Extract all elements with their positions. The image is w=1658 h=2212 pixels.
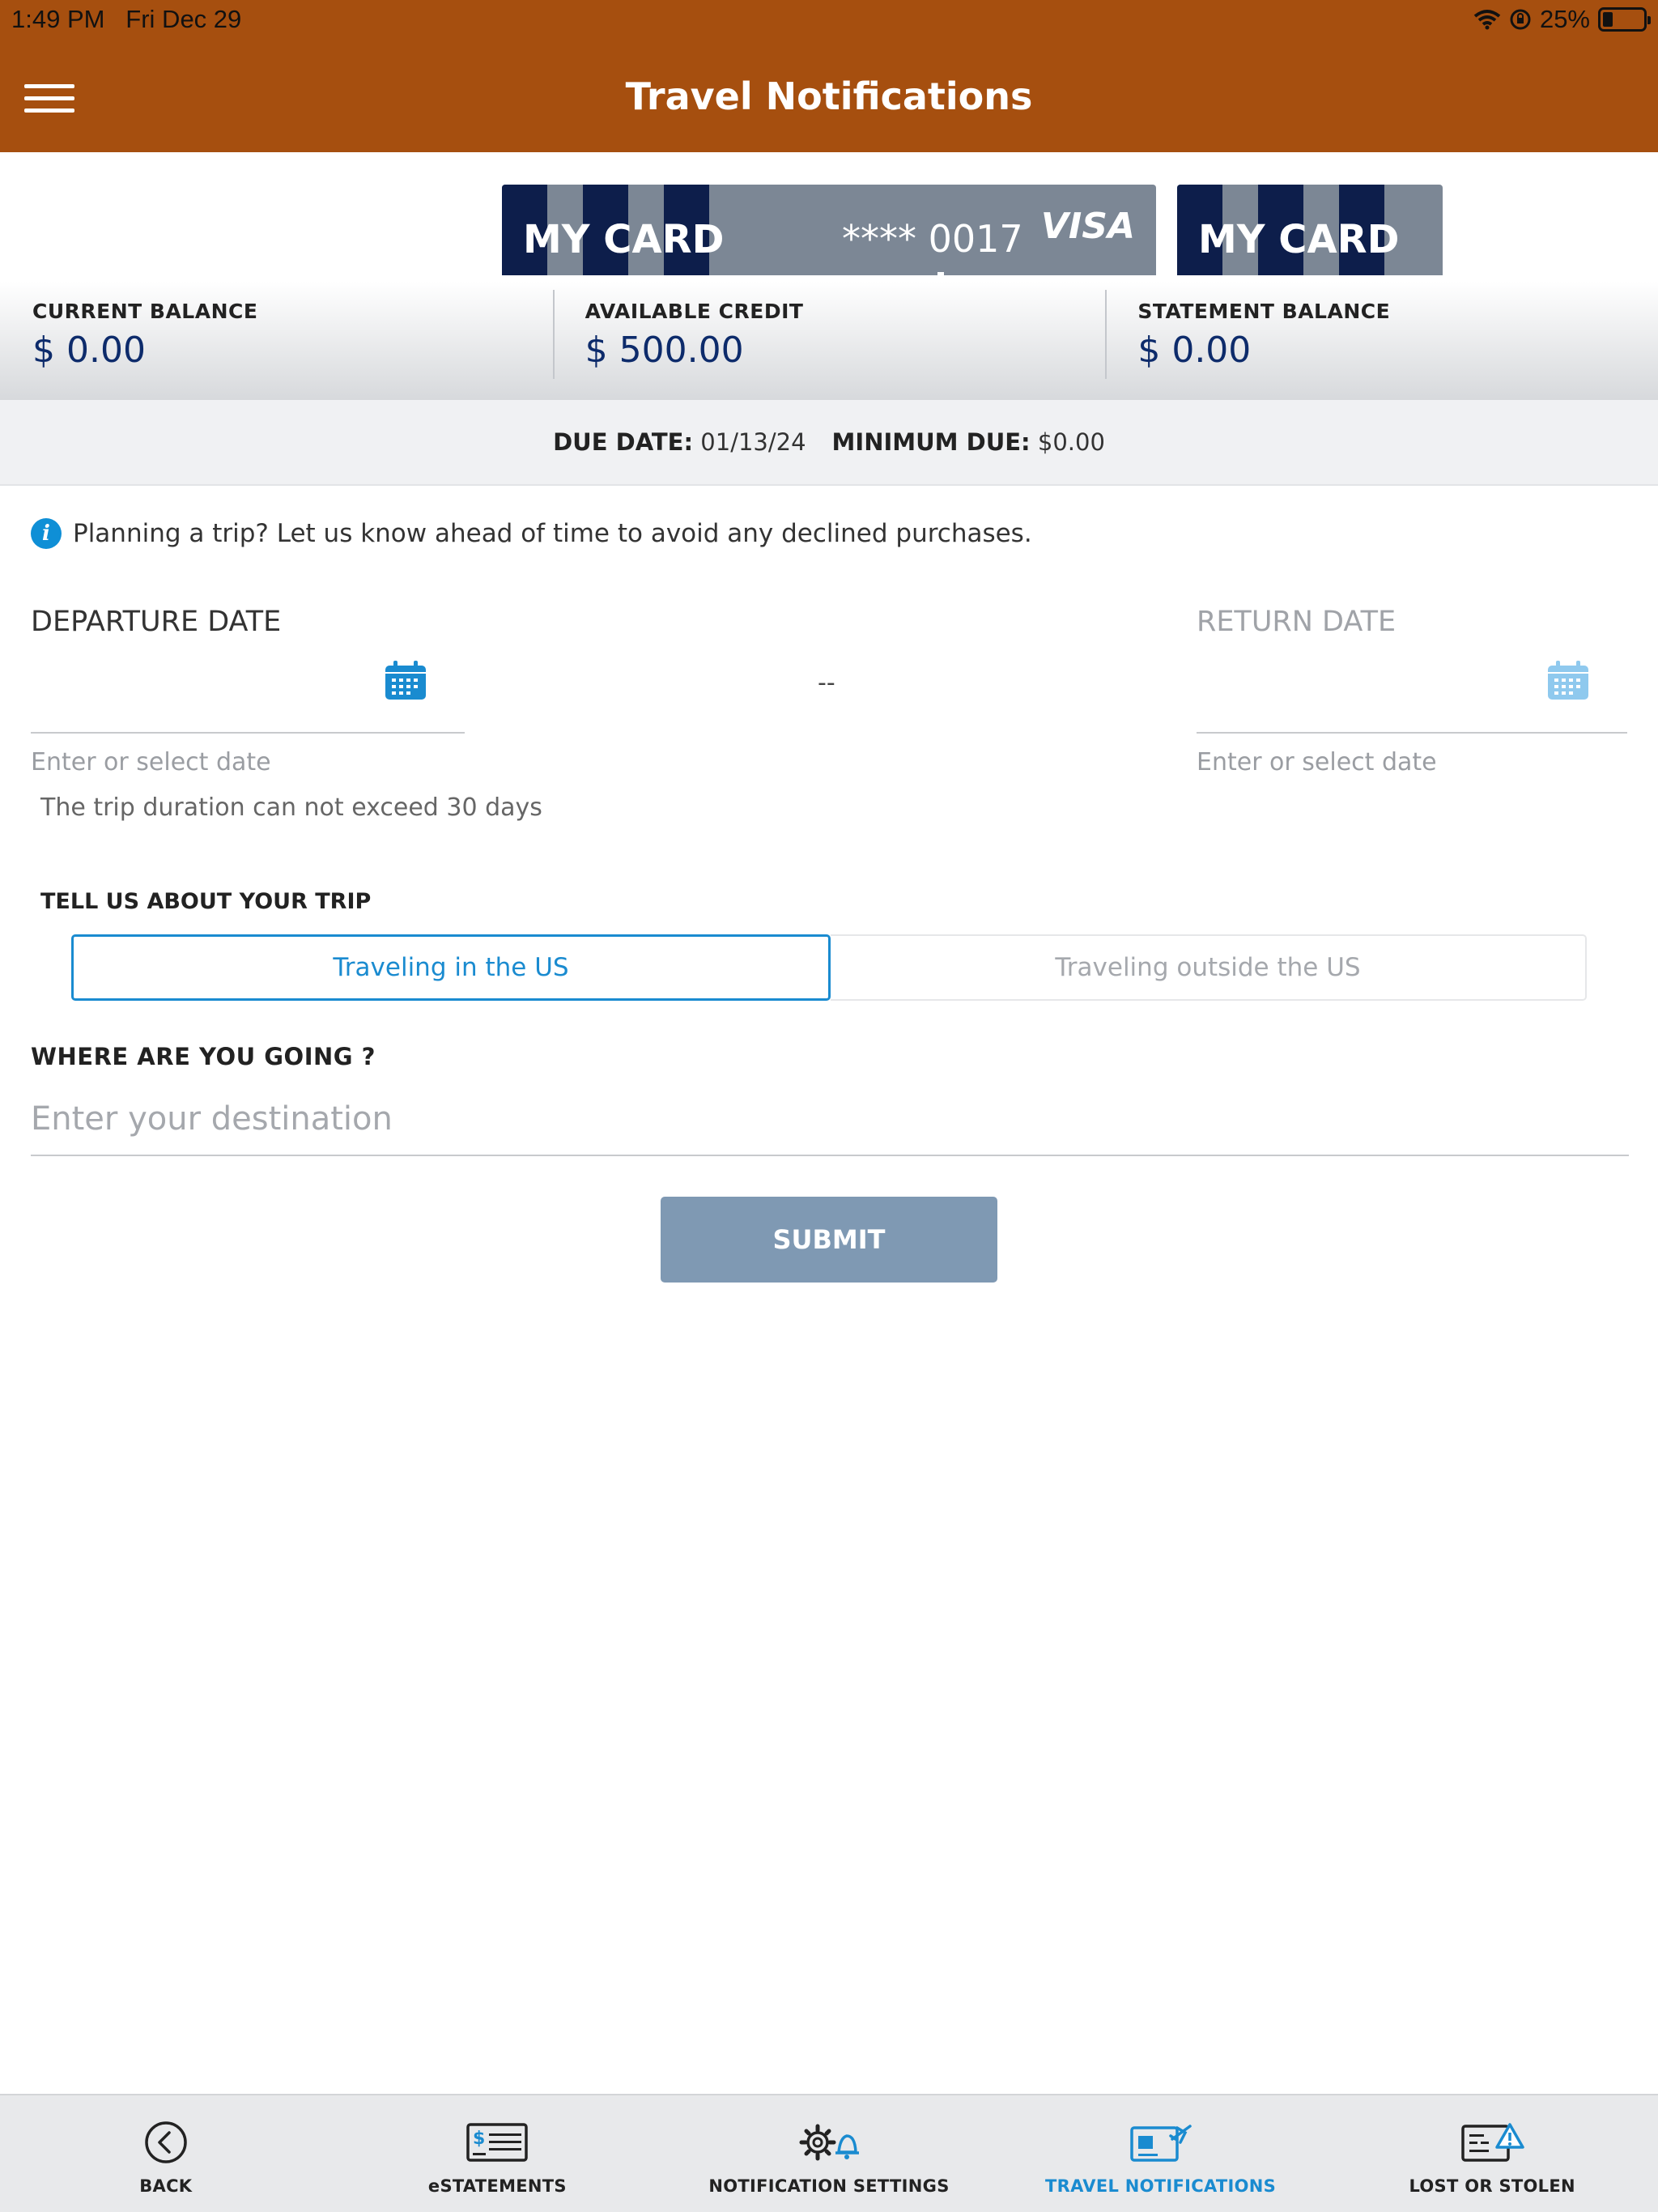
return-date-hint: Enter or select date: [1197, 748, 1437, 776]
balances-row: CURRENT BALANCE $ 0.00 AVAILABLE CREDIT …: [0, 290, 1658, 400]
card-next[interactable]: MY CARD: [1177, 185, 1443, 275]
return-date-field[interactable]: [1197, 730, 1627, 734]
return-date-label: RETURN DATE: [1197, 606, 1397, 638]
card-number: **** 0017: [842, 217, 1023, 261]
departure-date-field[interactable]: [31, 730, 465, 734]
card-page-indicator: [937, 272, 944, 277]
orientation-lock-icon: [1510, 9, 1531, 30]
balance-label: STATEMENT BALANCE: [1137, 300, 1391, 323]
departure-date-label: DEPARTURE DATE: [31, 606, 282, 638]
bottom-tab-bar: BACK $ eSTATEMENTS NOTIFICATION SETTINGS…: [0, 2094, 1658, 2212]
trip-type-label: TELL US ABOUT YOUR TRIP: [40, 889, 372, 914]
trip-duration-note: The trip duration can not exceed 30 days: [40, 793, 542, 822]
app-header: 1:49 PM Fri Dec 29 25% Travel Notificati…: [0, 0, 1658, 152]
available-credit: AVAILABLE CREDIT $ 500.00: [552, 290, 1106, 400]
minimum-due: MINIMUM DUE: $0.00: [831, 428, 1105, 456]
current-balance: CURRENT BALANCE $ 0.00: [0, 290, 553, 400]
calendar-icon[interactable]: [1546, 659, 1590, 701]
tab-travel-notifications[interactable]: TRAVEL NOTIFICATIONS: [995, 2095, 1327, 2212]
traveling-outside-us-option[interactable]: Traveling outside the US: [831, 934, 1587, 1001]
back-icon: [145, 2121, 187, 2163]
statement-icon: $: [466, 2123, 529, 2162]
traveling-in-us-option[interactable]: Traveling in the US: [71, 934, 831, 1001]
balance-label: AVAILABLE CREDIT: [585, 300, 804, 323]
balance-value: $ 500.00: [585, 330, 744, 371]
balance-value: $ 0.00: [1137, 330, 1252, 371]
date-separator: --: [818, 669, 835, 697]
status-time: 1:49 PM Fri Dec 29: [11, 5, 241, 34]
gear-bell-icon: [799, 2124, 859, 2161]
info-text: Planning a trip? Let us know ahead of ti…: [73, 519, 1032, 548]
battery-icon: [1598, 7, 1651, 32]
card-label: MY CARD: [523, 217, 725, 262]
travel-notifications-screen: 1:49 PM Fri Dec 29 25% Travel Notificati…: [0, 0, 1658, 2212]
battery-percent: 25%: [1539, 5, 1590, 33]
trip-type-selector: Traveling in the US Traveling outside th…: [71, 934, 1587, 1001]
wifi-icon: [1473, 10, 1501, 30]
card-warning-icon: [1461, 2123, 1524, 2162]
tab-lost-or-stolen[interactable]: LOST OR STOLEN: [1326, 2095, 1658, 2212]
info-icon: i: [31, 518, 62, 549]
visa-logo: VISA: [1040, 206, 1135, 247]
tab-label: NOTIFICATION SETTINGS: [708, 2176, 950, 2196]
balance-label: CURRENT BALANCE: [32, 300, 258, 323]
status-date: Fri Dec 29: [125, 5, 242, 33]
card-plane-icon: [1129, 2125, 1192, 2162]
destination-input[interactable]: [31, 1083, 1629, 1156]
tab-notification-settings[interactable]: NOTIFICATION SETTINGS: [663, 2095, 995, 2212]
tab-estatements[interactable]: $ eSTATEMENTS: [332, 2095, 664, 2212]
tab-label: eSTATEMENTS: [427, 2176, 567, 2196]
status-indicators: 25%: [1473, 5, 1651, 34]
card-selected[interactable]: MY CARD **** 0017 VISA: [502, 185, 1156, 275]
svg-text:$: $: [473, 2129, 485, 2149]
card-label: MY CARD: [1198, 217, 1400, 262]
due-date: DUE DATE: 01/13/24: [553, 428, 806, 456]
calendar-icon[interactable]: [384, 659, 427, 701]
due-bar: DUE DATE: 01/13/24 MINIMUM DUE: $0.00: [0, 400, 1658, 486]
status-clock: 1:49 PM: [11, 5, 105, 33]
tab-label: LOST OR STOLEN: [1409, 2176, 1575, 2196]
tab-label: TRAVEL NOTIFICATIONS: [1045, 2176, 1277, 2196]
destination-label: WHERE ARE YOU GOING ?: [31, 1043, 376, 1070]
info-message: i Planning a trip? Let us know ahead of …: [31, 518, 1032, 549]
statement-balance: STATEMENT BALANCE $ 0.00: [1105, 290, 1658, 400]
page-title: Travel Notifications: [625, 74, 1033, 118]
balance-value: $ 0.00: [32, 330, 146, 371]
submit-button[interactable]: SUBMIT: [661, 1197, 997, 1283]
departure-date-hint: Enter or select date: [31, 748, 271, 776]
status-bar: 1:49 PM Fri Dec 29 25%: [0, 0, 1658, 40]
tab-label: BACK: [139, 2176, 193, 2196]
tab-back[interactable]: BACK: [0, 2095, 332, 2212]
card-summary: MY CARD **** 0017 VISA MY CARD CURRENT B…: [0, 152, 1658, 400]
